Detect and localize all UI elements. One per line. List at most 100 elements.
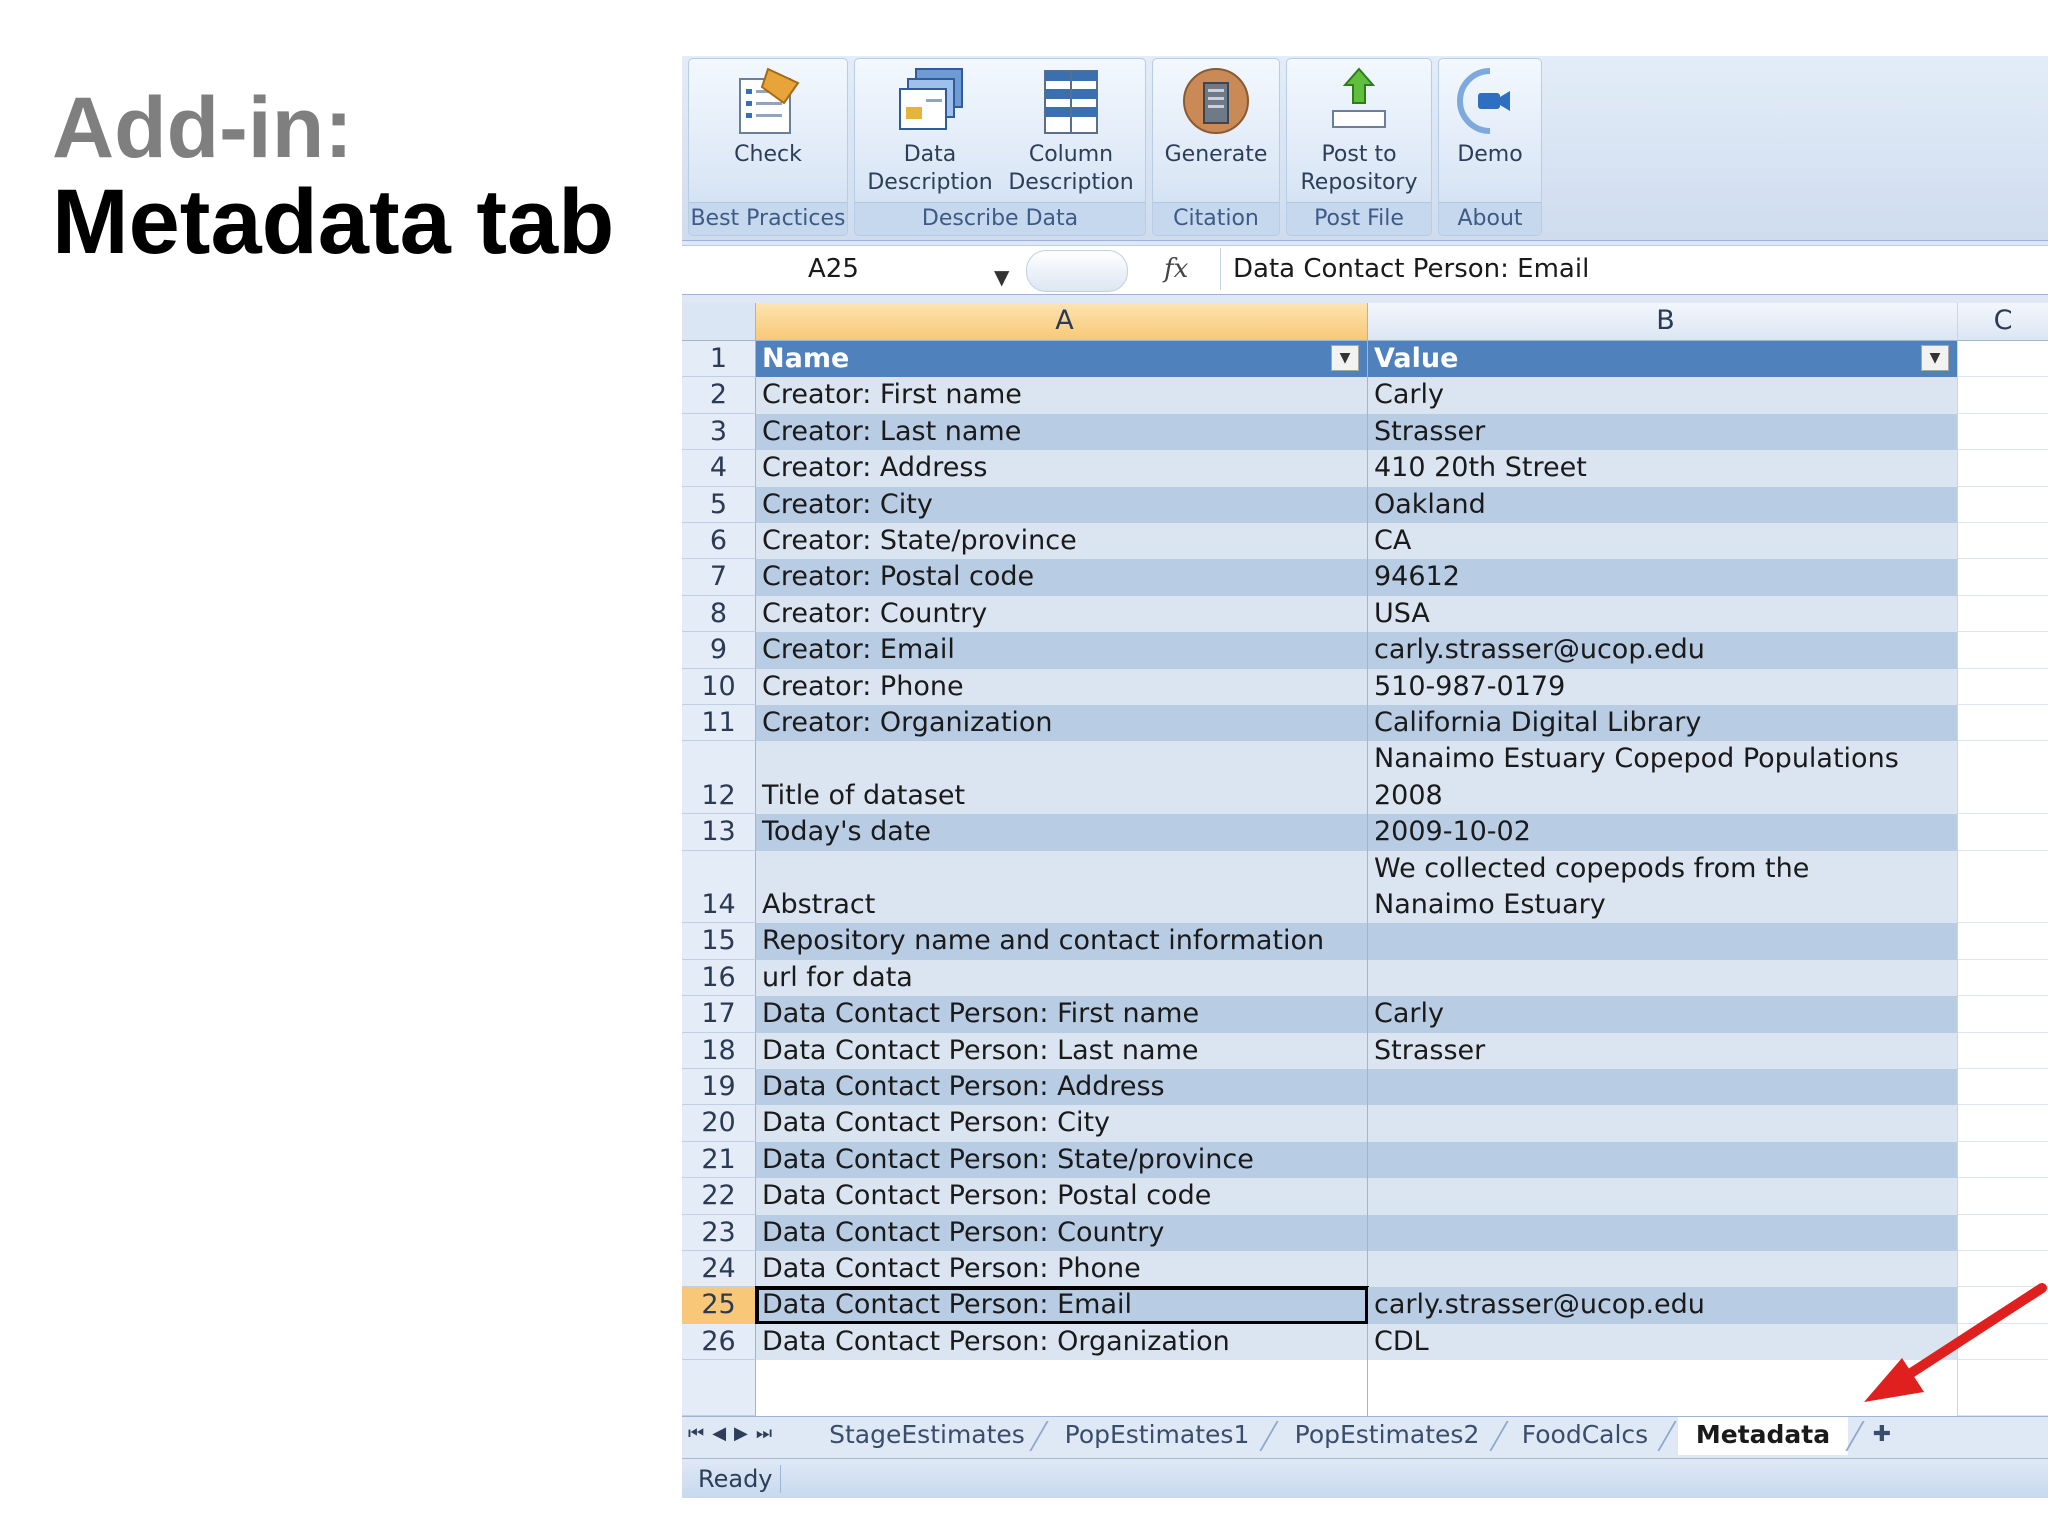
cell-value[interactable]: Carly	[1368, 996, 1958, 1033]
row-number[interactable]: 20	[682, 1105, 756, 1142]
header-cell-value[interactable]: Value ▼	[1368, 341, 1958, 378]
cell-c[interactable]	[1958, 923, 2048, 960]
cell-name[interactable]: Creator: First name	[756, 377, 1368, 414]
cell-c[interactable]	[1958, 668, 2048, 705]
cell-value[interactable]: Carly	[1368, 377, 1958, 414]
row-number[interactable]: 1	[682, 341, 756, 378]
check-button[interactable]: Check	[711, 63, 825, 169]
cell-name[interactable]: Data Contact Person: Email	[755, 1286, 1369, 1325]
cell-value[interactable]	[1368, 1178, 1958, 1215]
cell-c[interactable]	[1958, 814, 2048, 851]
cell-name[interactable]: Creator: City	[756, 486, 1368, 523]
row-number[interactable]: 24	[682, 1251, 756, 1288]
cell-c[interactable]	[1958, 705, 2048, 742]
row-number[interactable]: 26	[682, 1323, 756, 1361]
row-number[interactable]: 17	[682, 996, 756, 1033]
cell-value[interactable]	[1368, 1141, 1958, 1179]
data-description-button[interactable]: Data Description	[861, 63, 999, 197]
cell-value[interactable]: We collected copepods from the Nanaimo Es…	[1368, 850, 1958, 924]
filter-dropdown-icon[interactable]: ▼	[1921, 345, 1949, 371]
generate-button[interactable]: Generate	[1157, 63, 1275, 169]
column-header-a[interactable]: A	[756, 303, 1368, 341]
cell-name[interactable]: Creator: Phone	[756, 668, 1368, 705]
empty-cell[interactable]	[756, 1360, 1368, 1416]
cell-c[interactable]	[1958, 1141, 2048, 1179]
row-number[interactable]: 18	[682, 1032, 756, 1069]
chevron-down-icon[interactable]: ▼	[994, 256, 1009, 298]
cell-c[interactable]	[1958, 486, 2048, 523]
row-number[interactable]: 3	[682, 413, 756, 451]
cell-name[interactable]: Today's date	[756, 814, 1368, 851]
row-number[interactable]: 10	[682, 668, 756, 705]
cell-c[interactable]	[1958, 377, 2048, 414]
cell-value[interactable]: USA	[1368, 595, 1958, 633]
sheet-navigation-icons[interactable]: ⏮◀▶⏭	[688, 1423, 780, 1444]
sheet-tab-popestimates1[interactable]: PopEstimates1	[1052, 1417, 1262, 1453]
row-number[interactable]: 25	[682, 1287, 756, 1324]
row-number[interactable]: 16	[682, 959, 756, 997]
cell-name[interactable]: Repository name and contact information	[756, 923, 1368, 960]
empty-cell[interactable]	[682, 1360, 756, 1416]
post-to-repository-button[interactable]: Post to Repository	[1291, 63, 1427, 197]
cell-name[interactable]: Data Contact Person: Country	[756, 1214, 1368, 1251]
cell-value[interactable]: California Digital Library	[1368, 705, 1958, 742]
cell-name[interactable]: Data Contact Person: State/province	[756, 1141, 1368, 1179]
cell-name[interactable]: Creator: Organization	[756, 705, 1368, 742]
cell-name[interactable]: Creator: Email	[756, 632, 1368, 669]
cell-c[interactable]	[1958, 595, 2048, 633]
cell-name[interactable]: Data Contact Person: City	[756, 1105, 1368, 1142]
column-header-c[interactable]: C	[1958, 303, 2048, 341]
insert-sheet-icon[interactable]: ✚	[1862, 1417, 1902, 1453]
column-header-b[interactable]: B	[1368, 303, 1958, 341]
cell-c[interactable]	[1958, 523, 2048, 560]
row-number[interactable]: 21	[682, 1141, 756, 1179]
sheet-tab-foodcalcs[interactable]: FoodCalcs	[1510, 1417, 1660, 1453]
cell-c[interactable]	[1958, 450, 2048, 487]
cell-c[interactable]	[1958, 1032, 2048, 1069]
cell-name[interactable]: url for data	[756, 959, 1368, 997]
cell-value[interactable]: carly.strasser@ucop.edu	[1368, 632, 1958, 669]
cell-c[interactable]	[1958, 341, 2048, 378]
insert-function-icon[interactable]: fx	[1164, 248, 1188, 290]
cell-name[interactable]: Creator: State/province	[756, 523, 1368, 560]
cell-value[interactable]: 410 20th Street	[1368, 450, 1958, 487]
row-number[interactable]: 23	[682, 1214, 756, 1251]
cell-value[interactable]: 94612	[1368, 559, 1958, 596]
sheet-tab-stageestimates[interactable]: StageEstimates	[822, 1417, 1032, 1453]
select-all-corner[interactable]	[682, 303, 756, 341]
row-number[interactable]: 4	[682, 450, 756, 487]
cell-value[interactable]	[1368, 1069, 1958, 1106]
cell-name[interactable]: Data Contact Person: Organization	[756, 1323, 1368, 1361]
cell-c[interactable]	[1958, 996, 2048, 1033]
column-description-button[interactable]: Column Description	[1001, 63, 1141, 197]
row-number[interactable]: 19	[682, 1069, 756, 1106]
cell-value[interactable]	[1368, 1214, 1958, 1251]
cell-c[interactable]	[1958, 741, 2048, 815]
row-number[interactable]: 6	[682, 523, 756, 560]
cell-c[interactable]	[1958, 413, 2048, 451]
row-number[interactable]: 11	[682, 705, 756, 742]
name-box[interactable]: A25 ▼	[682, 248, 1012, 290]
cell-value[interactable]	[1368, 959, 1958, 997]
cell-value[interactable]: Oakland	[1368, 486, 1958, 523]
cell-name[interactable]: Data Contact Person: Last name	[756, 1032, 1368, 1069]
row-number[interactable]: 14	[682, 850, 756, 924]
cell-c[interactable]	[1958, 632, 2048, 669]
row-number[interactable]: 9	[682, 632, 756, 669]
cell-value[interactable]: Strasser	[1368, 413, 1958, 451]
row-number[interactable]: 13	[682, 814, 756, 851]
cell-c[interactable]	[1958, 1214, 2048, 1251]
row-number[interactable]: 8	[682, 595, 756, 633]
sheet-tab-metadata[interactable]: Metadata	[1678, 1417, 1848, 1455]
filter-dropdown-icon[interactable]: ▼	[1331, 345, 1359, 371]
header-cell-name[interactable]: Name ▼	[756, 341, 1368, 378]
row-number[interactable]: 5	[682, 486, 756, 523]
cell-name[interactable]: Data Contact Person: Phone	[756, 1251, 1368, 1288]
cell-value[interactable]	[1368, 1105, 1958, 1142]
cell-name[interactable]: Creator: Country	[756, 595, 1368, 633]
cell-c[interactable]	[1958, 850, 2048, 924]
cell-name[interactable]: Creator: Last name	[756, 413, 1368, 451]
row-number[interactable]: 15	[682, 923, 756, 960]
cell-c[interactable]	[1958, 559, 2048, 596]
cell-value[interactable]: CA	[1368, 523, 1958, 560]
